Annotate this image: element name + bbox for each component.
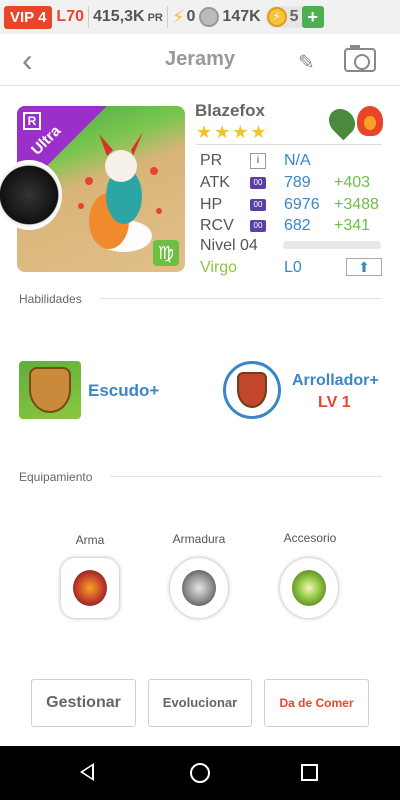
vip-label: VIP 4 (10, 8, 47, 26)
info-icon[interactable]: i (250, 153, 266, 169)
coin-counter[interactable]: 147K (199, 7, 261, 27)
stat-label: HP (200, 196, 223, 213)
gem-value: 5 (289, 8, 299, 25)
stats-divider (196, 144, 382, 145)
stat-value: 789 (284, 174, 311, 191)
nav-home-icon[interactable] (190, 763, 210, 783)
star-rating: ★★★★ (196, 122, 269, 142)
stat-badge: 00 (250, 220, 266, 232)
stat-label: ATK (200, 174, 230, 191)
stat-value: N/A (284, 152, 311, 169)
section-divider (100, 298, 382, 299)
energy-counter[interactable]: ⚡ 0 (172, 7, 196, 28)
nav-recents-icon[interactable] (301, 764, 318, 781)
section-divider (110, 476, 382, 477)
power-rating: 415,3K PR (93, 8, 163, 26)
rarity-letter: R (23, 112, 41, 130)
skill-arrollador-icon[interactable] (223, 361, 281, 419)
coin-icon (199, 7, 220, 27)
player-level: L70 (56, 8, 84, 25)
equipment-label-armor: Armadura (172, 532, 226, 546)
stat-row-rcv: RCV 00 682 +341 (200, 215, 390, 237)
accessory-slot[interactable] (280, 558, 338, 618)
add-currency-button[interactable]: + (301, 6, 324, 28)
armor-slot[interactable] (170, 558, 228, 618)
skills-section-title: Habilidades (19, 292, 82, 306)
stat-badge: 00 (250, 177, 266, 189)
stat-value: 6976 (284, 196, 320, 213)
upgrade-arrow-button[interactable]: ⬆ (346, 258, 382, 276)
monster-image (78, 132, 162, 252)
skill-escudo-icon[interactable] (19, 361, 81, 419)
skill-level: LV 1 (318, 394, 351, 411)
accessory-icon (292, 570, 326, 606)
shield-icon (237, 372, 267, 408)
vip-badge[interactable]: VIP 4 (4, 5, 53, 29)
power-value: 415,3K (93, 8, 145, 25)
page-title: Jeramy (164, 48, 236, 70)
stat-bonus: +341 (334, 217, 371, 234)
stat-row-atk: ATK 00 789 +403 (200, 172, 390, 194)
weapon-slot[interactable] (61, 558, 119, 618)
fire-icon (357, 106, 383, 136)
energy-value: 0 (186, 8, 196, 25)
status-divider (88, 6, 89, 28)
manage-button[interactable]: Gestionar (31, 679, 136, 727)
power-unit: PR (147, 12, 163, 24)
camera-icon[interactable] (344, 45, 376, 72)
armor-icon (182, 570, 216, 606)
stat-value: 682 (284, 217, 311, 234)
equipment-label-weapon: Arma (75, 533, 105, 547)
nav-back-icon[interactable] (80, 763, 94, 781)
equipment-label-accessory: Accesorio (283, 531, 337, 545)
weapon-icon (73, 570, 107, 606)
evolve-button[interactable]: Evolucionar (148, 679, 252, 727)
equipment-section-title: Equipamiento (19, 470, 93, 484)
stat-bonus: +3488 (334, 196, 379, 213)
stat-badge: 00 (250, 199, 266, 211)
level-progress-bar (283, 241, 381, 249)
status-bar: VIP 4 L70 415,3K PR ⚡ 0 147K ⚡ 5 + (0, 0, 400, 34)
stat-label: PR (200, 152, 223, 169)
upgrade-level: L0 (284, 259, 302, 276)
status-divider (166, 6, 168, 28)
monster-name: Blazefox (195, 101, 265, 120)
zodiac-label: Virgo (200, 259, 238, 276)
navigation-bar (0, 746, 400, 800)
stat-row-pr: PR i N/A (200, 150, 390, 172)
feed-button[interactable]: Da de Comer (264, 679, 369, 727)
skill-escudo-name[interactable]: Escudo+ (88, 381, 159, 401)
skill-arrollador-name[interactable]: Arrollador+ (292, 372, 379, 390)
bolt-icon: ⚡ (171, 6, 185, 27)
coin-value: 147K (222, 8, 261, 25)
leaf-icon (323, 103, 361, 141)
shield-icon (29, 367, 71, 413)
stat-bonus: +403 (334, 174, 371, 191)
stat-label: RCV (200, 217, 234, 234)
gem-counter[interactable]: ⚡ 5 + (264, 6, 324, 28)
gem-icon: ⚡ (266, 7, 287, 27)
zodiac-badge: ♍ (153, 240, 179, 266)
stat-row-hp: HP 00 6976 +3488 (200, 194, 390, 216)
level-label: Nivel 04 (200, 237, 258, 254)
pencil-icon[interactable]: ✎ (298, 50, 315, 75)
title-bar: ‹ Jeramy ✎ (0, 36, 400, 86)
